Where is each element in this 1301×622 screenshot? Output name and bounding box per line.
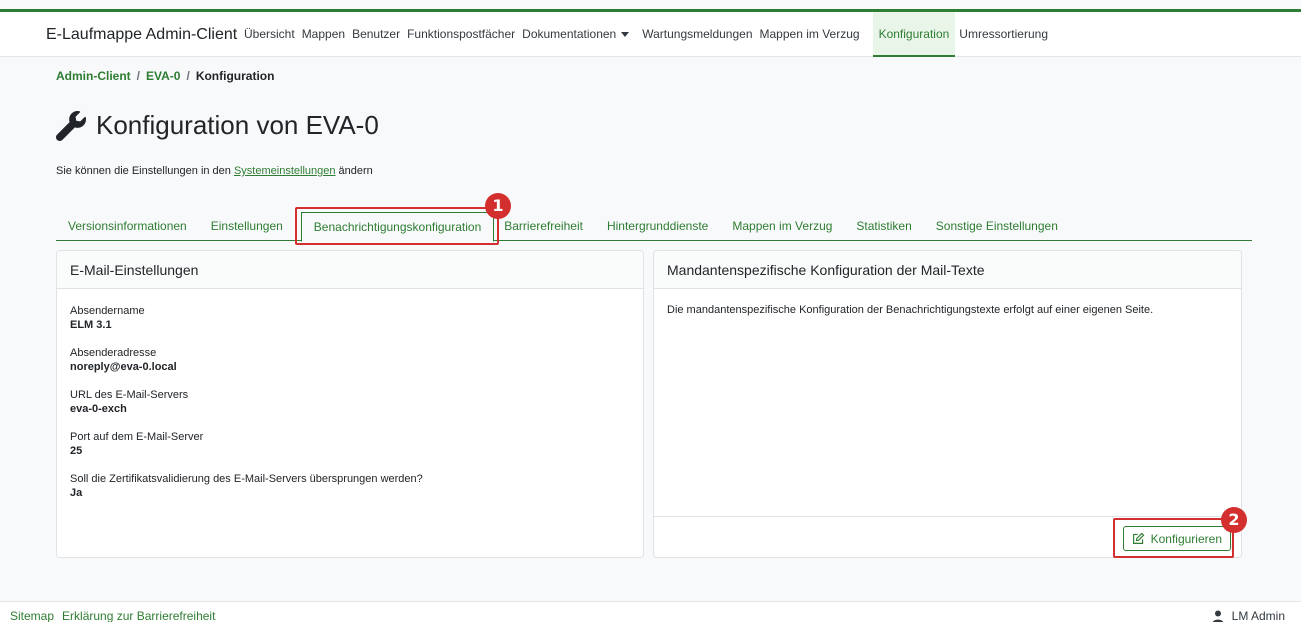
breadcrumb-separator: / <box>136 69 141 83</box>
footer-link-sitemap[interactable]: Sitemap <box>10 609 54 622</box>
nav-item-dokumentationen-label: Dokumentationen <box>522 27 617 41</box>
nav-item-uebersicht[interactable]: Übersicht <box>244 12 301 57</box>
nav-item-dokumentationen[interactable]: Dokumentationen <box>522 12 635 57</box>
page-footer: Sitemap Erklärung zur Barrierefreiheit L… <box>0 601 1301 622</box>
breadcrumb-link-admin-client[interactable]: Admin-Client <box>56 69 131 83</box>
field-label: Soll die Zertifikatsvalidierung des E-Ma… <box>70 473 423 485</box>
field-value: eva-0-exch <box>70 403 127 415</box>
edit-icon <box>1132 532 1144 544</box>
field-absendername: Absendername ELM 3.1 <box>70 304 630 333</box>
field-label: Absendername <box>70 305 145 317</box>
field-value: ELM 3.1 <box>70 319 112 331</box>
mail-texts-card-footer: Konfigurieren <box>654 516 1241 557</box>
step-1-badge: 1 <box>485 193 511 219</box>
nav-item-konfiguration[interactable]: Konfiguration <box>872 12 956 57</box>
footer-link-barrierefreiheit[interactable]: Erklärung zur Barrierefreiheit <box>62 609 215 622</box>
nav-item-funktionspostfaecher[interactable]: Funktionspostfächer <box>407 12 521 57</box>
nav-item-umressortierung[interactable]: Umressortierung <box>959 12 1054 57</box>
breadcrumb-current: Konfiguration <box>195 69 275 83</box>
konfigurieren-button[interactable]: Konfigurieren <box>1122 526 1231 551</box>
tab-sonstige-einstellungen[interactable]: Sonstige Einstellungen <box>924 212 1070 241</box>
main-navbar: E-Laufmappe Admin-Client Übersicht Mappe… <box>0 12 1301 57</box>
field-label: Absenderadresse <box>70 347 157 359</box>
nav-item-wartungsmeldungen[interactable]: Wartungsmeldungen <box>642 12 758 57</box>
page-title: Konfiguration von EVA-0 <box>96 110 379 140</box>
user-menu[interactable]: LM Admin <box>1212 609 1285 622</box>
breadcrumb-separator: / <box>186 69 190 83</box>
app-brand[interactable]: E-Laufmappe Admin-Client <box>46 12 237 57</box>
nav-item-benutzer[interactable]: Benutzer <box>352 12 406 57</box>
mail-texts-card-body: Die mandantenspezifische Konfiguration d… <box>654 289 1241 331</box>
page-title-row: Konfiguration von EVA-0 <box>56 110 379 141</box>
email-settings-card-body: Absendername ELM 3.1 Absenderadresse nor… <box>57 289 643 529</box>
nav-item-mappen-im-verzug[interactable]: Mappen im Verzug <box>760 12 866 57</box>
page-subtitle: Sie können die Einstellungen in den Syst… <box>56 165 373 177</box>
subtitle-prefix: Sie können die Einstellungen in den <box>56 165 234 177</box>
mail-texts-card: Mandantenspezifische Konfiguration der M… <box>653 250 1242 558</box>
email-settings-card-title: E-Mail-Einstellungen <box>57 251 643 289</box>
systemeinstellungen-link[interactable]: Systemeinstellungen <box>234 165 336 177</box>
field-value: 25 <box>70 445 83 457</box>
subtitle-suffix: ändern <box>335 165 373 177</box>
step-2-badge: 2 <box>1221 507 1247 533</box>
field-label: URL des E-Mail-Servers <box>70 389 189 401</box>
chevron-down-icon <box>621 32 630 38</box>
user-icon <box>1212 610 1223 622</box>
field-value: noreply@eva-0.local <box>70 361 177 373</box>
breadcrumb: Admin-Client / EVA-0 / Konfiguration <box>56 69 274 83</box>
tab-hintergrunddienste[interactable]: Hintergrunddienste <box>595 212 720 241</box>
mail-texts-description: Die mandantenspezifische Konfiguration d… <box>667 304 1154 316</box>
field-skip-cert-validation: Soll die Zertifikatsvalidierung des E-Ma… <box>70 472 630 501</box>
field-absenderadresse: Absenderadresse noreply@eva-0.local <box>70 346 630 375</box>
tab-einstellungen[interactable]: Einstellungen <box>199 212 295 241</box>
field-value: Ja <box>70 487 83 499</box>
nav-item-mappen[interactable]: Mappen <box>302 12 351 57</box>
field-server-port: Port auf dem E-Mail-Server 25 <box>70 430 630 459</box>
tab-benachrichtigungskonfiguration[interactable]: Benachrichtigungskonfiguration <box>300 212 495 242</box>
nav-menu: Übersicht Mappen Benutzer Funktionspostf… <box>244 12 1055 57</box>
email-settings-card: E-Mail-Einstellungen Absendername ELM 3.… <box>56 250 644 558</box>
mail-texts-card-title: Mandantenspezifische Konfiguration der M… <box>654 251 1241 289</box>
field-server-url: URL des E-Mail-Servers eva-0-exch <box>70 388 630 417</box>
wrench-icon <box>56 110 86 141</box>
konfigurieren-button-label: Konfigurieren <box>1150 531 1222 546</box>
tab-mappen-im-verzug[interactable]: Mappen im Verzug <box>720 212 844 241</box>
footer-links: Sitemap Erklärung zur Barrierefreiheit <box>10 609 223 622</box>
tab-statistiken[interactable]: Statistiken <box>844 212 923 241</box>
breadcrumb-link-eva-0[interactable]: EVA-0 <box>146 69 180 83</box>
user-name: LM Admin <box>1231 609 1285 622</box>
field-label: Port auf dem E-Mail-Server <box>70 431 204 443</box>
tab-barrierefreiheit[interactable]: Barrierefreiheit <box>494 212 595 241</box>
config-tabs: Versionsinformationen Einstellungen Bena… <box>56 212 1252 242</box>
tab-versionsinformationen[interactable]: Versionsinformationen <box>56 212 199 241</box>
